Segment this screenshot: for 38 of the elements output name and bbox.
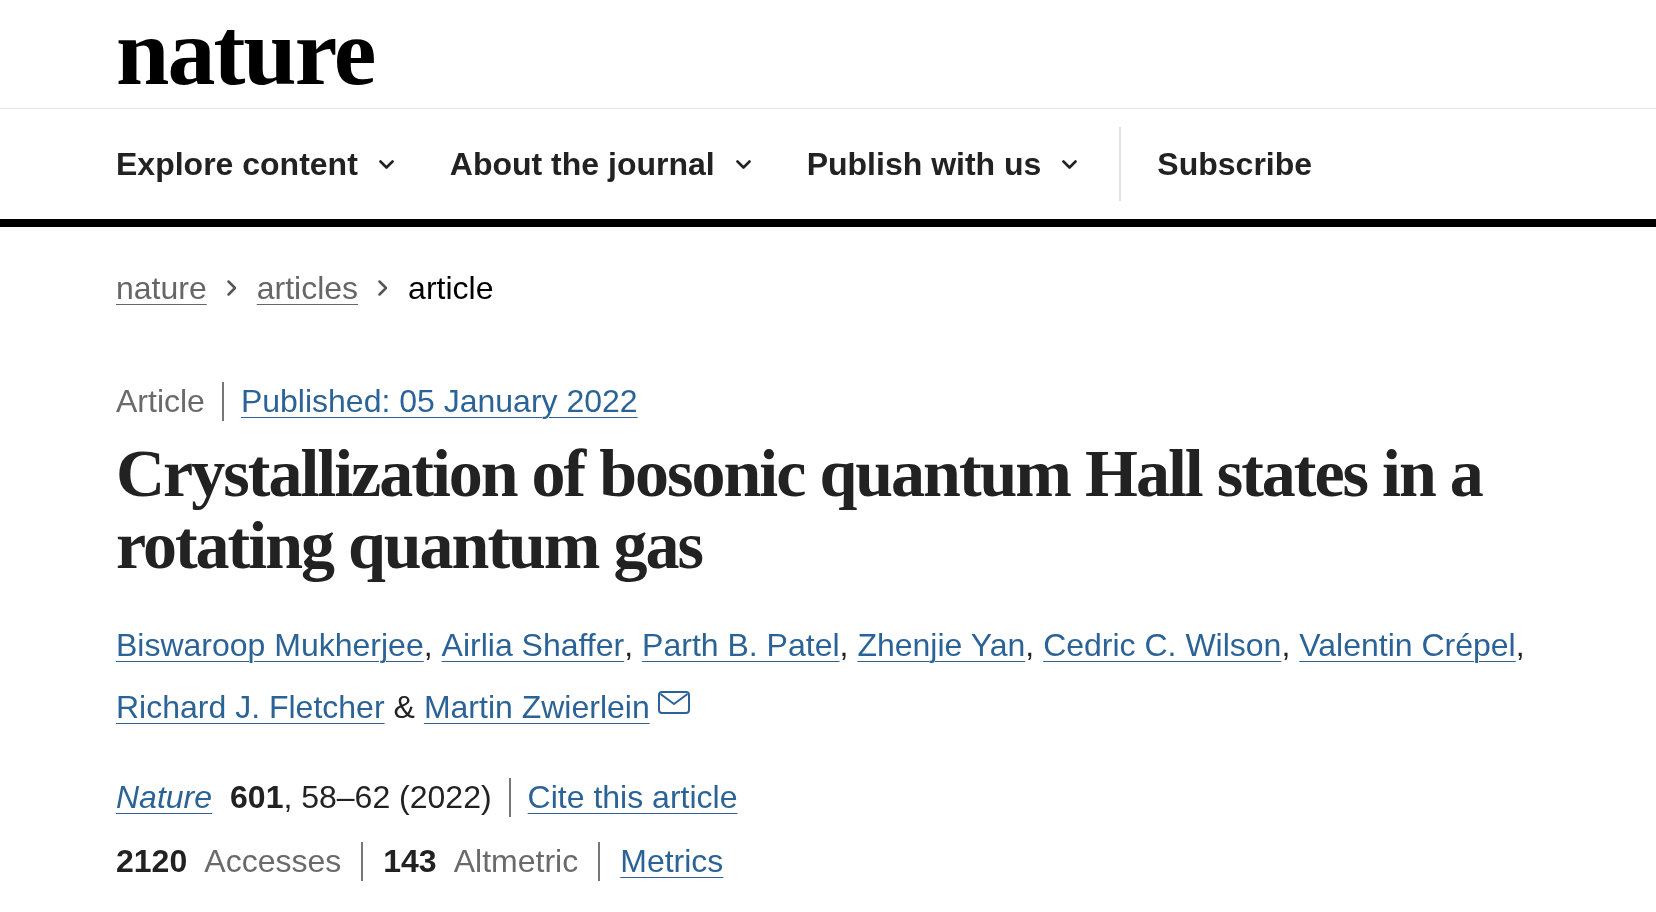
article-type-text: Article <box>116 382 205 421</box>
article-title: Crystallization of bosonic quantum Hall states in a rotating quantum gas <box>116 437 1484 581</box>
published-date-link[interactable]: Published: 05 January 2022 <box>240 381 638 421</box>
author-link[interactable]: Airlia Shaffer <box>441 614 625 676</box>
chevron-down-icon <box>1062 159 1078 169</box>
breadcrumb-link[interactable]: nature <box>116 268 207 308</box>
separator-text: & <box>393 688 415 727</box>
separator-text: , <box>1515 626 1525 665</box>
nav-menu-button[interactable]: Explore content <box>116 144 394 184</box>
separator-text: , <box>1281 626 1291 665</box>
chevron-down-icon <box>735 159 751 169</box>
envelope-icon[interactable] <box>657 690 690 714</box>
author-link[interactable]: Zhenjie Yan <box>857 614 1026 676</box>
author-link[interactable]: Parth B. Patel <box>642 614 840 676</box>
nav-menu-button[interactable]: About the journal <box>449 144 751 184</box>
separator-text: , <box>1025 626 1035 665</box>
metrics-link[interactable]: Metrics <box>620 841 724 881</box>
author-link[interactable]: Martin Zwierlein <box>423 676 650 738</box>
metric-text: 2120 Accesses <box>116 842 342 881</box>
breadcrumb-current: article <box>408 269 494 308</box>
citation-text: 601, 58–62 (2022) <box>230 778 492 817</box>
chevron-down-icon <box>378 159 394 169</box>
author-link[interactable]: Biswaroop Mukherjee <box>116 614 424 676</box>
chevron-right-icon <box>377 279 390 297</box>
cite-link[interactable]: Cite this article <box>527 777 738 817</box>
journal-link[interactable]: Nature <box>116 777 213 817</box>
separator-text: , <box>423 626 433 665</box>
metric-text: 143 Altmetric <box>383 842 579 881</box>
breadcrumb-link[interactable]: articles <box>256 268 359 308</box>
separator-text: , <box>839 626 849 665</box>
author-link[interactable]: Richard J. Fletcher <box>116 676 385 738</box>
chevron-right-icon <box>225 279 238 297</box>
nav-menu-button[interactable]: Publish with us <box>806 144 1078 184</box>
subscribe-link[interactable]: Subscribe <box>1157 144 1313 184</box>
separator-text: , <box>624 626 634 665</box>
author-link[interactable]: Cedric C. Wilson <box>1043 614 1282 676</box>
author-link[interactable]: Valentin Crépel <box>1299 614 1516 676</box>
site-logo[interactable]: nature <box>116 4 375 100</box>
